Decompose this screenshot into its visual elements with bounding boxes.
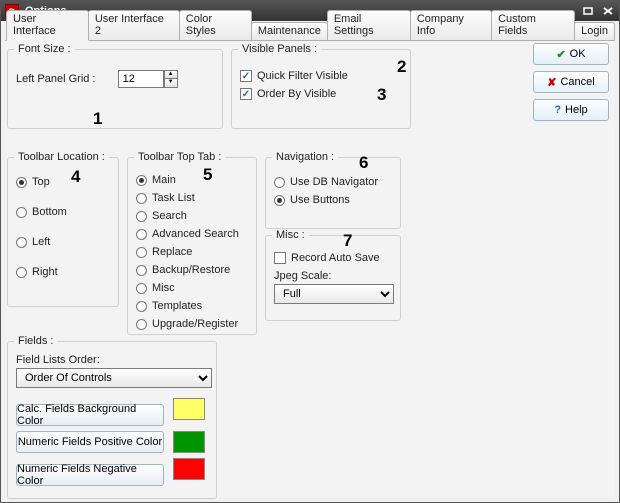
tabs-bar: User InterfaceUser Interface 2Color Styl… bbox=[5, 21, 615, 41]
radio-dot-icon bbox=[136, 229, 147, 240]
radio-use-buttons[interactable]: Use Buttons bbox=[274, 192, 392, 208]
legend-navigation: Navigation : bbox=[272, 151, 338, 163]
group-toolbar-top-tab: Toolbar Top Tab : MainTask ListSearchAdv… bbox=[127, 157, 257, 335]
radio-dot-icon bbox=[16, 177, 27, 188]
radio-dot-icon bbox=[136, 175, 147, 186]
group-fields: Fields : Field Lists Order: Order Of Con… bbox=[7, 341, 217, 499]
legend-fields: Fields : bbox=[14, 335, 57, 347]
checkmark-icon: ✓ bbox=[240, 70, 252, 82]
radio-dot-icon bbox=[16, 207, 27, 218]
radio-templates[interactable]: Templates bbox=[136, 298, 248, 314]
maximize-button[interactable] bbox=[581, 5, 595, 17]
radio-dot-icon bbox=[136, 211, 147, 222]
radio-left[interactable]: Left bbox=[16, 234, 110, 250]
radio-dot-icon bbox=[136, 265, 147, 276]
legend-toolbar-location: Toolbar Location : bbox=[14, 151, 109, 163]
legend-toolbar-top-tab: Toolbar Top Tab : bbox=[134, 151, 225, 163]
radio-dot-icon bbox=[136, 301, 147, 312]
question-icon: ? bbox=[554, 104, 561, 116]
tab-login[interactable]: Login bbox=[574, 22, 615, 40]
radio-top[interactable]: Top bbox=[16, 174, 110, 190]
cancel-button[interactable]: ✘Cancel bbox=[533, 71, 609, 93]
close-button[interactable] bbox=[601, 5, 615, 17]
check-icon: ✔ bbox=[556, 48, 565, 61]
legend-visible-panels: Visible Panels : bbox=[238, 43, 321, 55]
radio-advanced-search[interactable]: Advanced Search bbox=[136, 226, 248, 242]
x-icon: ✘ bbox=[547, 76, 556, 89]
tab-company-info[interactable]: Company Info bbox=[410, 10, 492, 40]
radio-dot-icon bbox=[274, 177, 285, 188]
swatch-calc-bg bbox=[173, 398, 205, 420]
radio-dot-icon bbox=[136, 319, 147, 330]
tab-color-styles[interactable]: Color Styles bbox=[179, 10, 252, 40]
radio-dot-icon bbox=[16, 267, 27, 278]
right-buttons: ✔OK ✘Cancel ?Help bbox=[533, 43, 613, 127]
label-field-lists-order: Field Lists Order: bbox=[16, 354, 208, 366]
button-num-pos-color[interactable]: Numeric Fields Positive Color bbox=[16, 431, 164, 453]
radio-dot-icon bbox=[136, 193, 147, 204]
left-panel-grid-input[interactable] bbox=[118, 70, 164, 88]
radio-bottom[interactable]: Bottom bbox=[16, 204, 110, 220]
group-font-size: Font Size : Left Panel Grid : ▲ ▼ bbox=[7, 49, 223, 129]
checkbox-record-auto-save[interactable]: ✓ Record Auto Save bbox=[274, 250, 392, 266]
checkbox-order-by[interactable]: ✓ Order By Visible bbox=[240, 86, 402, 102]
radio-misc[interactable]: Misc bbox=[136, 280, 248, 296]
group-navigation: Navigation : Use DB NavigatorUse Buttons bbox=[265, 157, 401, 229]
label-left-panel-grid: Left Panel Grid : bbox=[16, 73, 96, 85]
legend-misc: Misc : bbox=[272, 229, 309, 241]
select-jpeg-scale[interactable]: Full bbox=[274, 284, 394, 304]
radio-dot-icon bbox=[274, 195, 285, 206]
checkmark-icon: ✓ bbox=[274, 252, 286, 264]
radio-upgrade-register[interactable]: Upgrade/Register bbox=[136, 316, 248, 332]
ok-button[interactable]: ✔OK bbox=[533, 43, 609, 65]
options-window: D Options User InterfaceUser Interface 2… bbox=[0, 0, 620, 503]
tab-user-interface-2[interactable]: User Interface 2 bbox=[88, 10, 180, 40]
radio-search[interactable]: Search bbox=[136, 208, 248, 224]
radio-right[interactable]: Right bbox=[16, 264, 110, 280]
tab-email-settings[interactable]: Email Settings bbox=[327, 10, 411, 40]
checkbox-quick-filter[interactable]: ✓ Quick Filter Visible bbox=[240, 68, 402, 84]
checkmark-icon: ✓ bbox=[240, 88, 252, 100]
legend-font-size: Font Size : bbox=[14, 43, 75, 55]
radio-backup-restore[interactable]: Backup/Restore bbox=[136, 262, 248, 278]
spin-down-icon[interactable]: ▼ bbox=[164, 79, 178, 88]
radio-dot-icon bbox=[16, 237, 27, 248]
radio-dot-icon bbox=[136, 283, 147, 294]
select-field-lists-order[interactable]: Order Of Controls bbox=[16, 368, 212, 388]
tab-maintenance[interactable]: Maintenance bbox=[251, 22, 328, 40]
radio-main[interactable]: Main bbox=[136, 172, 248, 188]
swatch-num-neg bbox=[173, 458, 205, 480]
tab-user-interface[interactable]: User Interface bbox=[6, 10, 89, 41]
label-jpeg-scale: Jpeg Scale: bbox=[274, 270, 392, 282]
button-num-neg-color[interactable]: Numeric Fields Negative Color bbox=[16, 464, 164, 486]
group-misc: Misc : ✓ Record Auto Save Jpeg Scale: Fu… bbox=[265, 235, 401, 321]
swatch-num-pos bbox=[173, 431, 205, 453]
radio-dot-icon bbox=[136, 247, 147, 258]
radio-replace[interactable]: Replace bbox=[136, 244, 248, 260]
radio-use-db-navigator[interactable]: Use DB Navigator bbox=[274, 174, 392, 190]
tab-custom-fields[interactable]: Custom Fields bbox=[491, 10, 575, 40]
group-visible-panels: Visible Panels : ✓ Quick Filter Visible … bbox=[231, 49, 411, 129]
group-toolbar-location: Toolbar Location : TopBottomLeftRight bbox=[7, 157, 119, 307]
button-calc-bg-color[interactable]: Calc. Fields Background Color bbox=[16, 404, 164, 426]
spin-up-icon[interactable]: ▲ bbox=[164, 70, 178, 79]
radio-task-list[interactable]: Task List bbox=[136, 190, 248, 206]
help-button[interactable]: ?Help bbox=[533, 99, 609, 121]
